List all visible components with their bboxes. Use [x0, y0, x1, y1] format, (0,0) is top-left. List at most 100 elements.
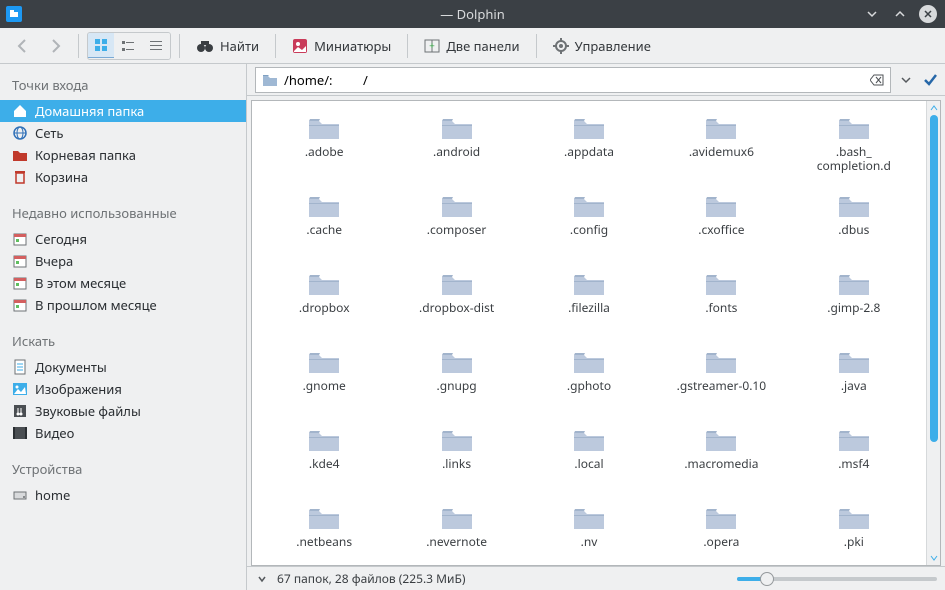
sidebar-item-search-2[interactable]: Звуковые файлы: [0, 400, 246, 422]
sidebar-item-recent-0[interactable]: Сегодня: [0, 228, 246, 250]
file-item[interactable]: .dropbox: [258, 269, 390, 347]
file-item[interactable]: .adobe: [258, 113, 390, 191]
file-item[interactable]: .bash_ completion.d: [788, 113, 920, 191]
file-name: .pki: [844, 535, 864, 549]
sidebar-item-recent-3[interactable]: В прошлом месяце: [0, 294, 246, 316]
forward-button[interactable]: [40, 32, 70, 60]
file-item[interactable]: .links: [390, 425, 522, 503]
file-item[interactable]: .msf4: [788, 425, 920, 503]
file-name: .android: [433, 145, 480, 159]
file-item[interactable]: .android: [390, 113, 522, 191]
clear-path-button[interactable]: [868, 71, 886, 89]
file-item[interactable]: .gstreamer-0.10: [655, 347, 787, 425]
folder-icon: [307, 427, 341, 453]
file-name: .msf4: [838, 457, 869, 471]
folder-icon: [572, 271, 606, 297]
view-mode-group: [87, 32, 171, 60]
content-area: .adobe .android .appdata .avidemux6 .bash_ c…: [247, 64, 945, 590]
file-item[interactable]: .pki: [788, 503, 920, 565]
thumbnails-button[interactable]: Миниатюры: [284, 32, 399, 60]
file-item[interactable]: .composer: [390, 191, 522, 269]
file-name: .avidemux6: [689, 145, 754, 159]
file-item[interactable]: .fonts: [655, 269, 787, 347]
file-item[interactable]: .netbeans: [258, 503, 390, 565]
scroll-down-button[interactable]: [929, 553, 939, 563]
collapse-sidebar-button[interactable]: [255, 572, 269, 586]
zoom-slider[interactable]: [737, 577, 937, 581]
path-dropdown-button[interactable]: [897, 67, 915, 93]
file-view: .adobe .android .appdata .avidemux6 .bash_ c…: [251, 100, 941, 566]
close-button[interactable]: [919, 5, 937, 23]
sidebar-item-recent-1[interactable]: Вчера: [0, 250, 246, 272]
recent-heading: Недавно использованные: [0, 200, 246, 228]
scroll-up-button[interactable]: [929, 103, 939, 113]
file-item[interactable]: .nevernote: [390, 503, 522, 565]
two-panels-button[interactable]: + Две панели: [416, 32, 527, 60]
cal-icon: [12, 253, 28, 269]
maximize-button[interactable]: [891, 5, 909, 23]
file-item[interactable]: .gimp-2.8: [788, 269, 920, 347]
view-compact-button[interactable]: [114, 33, 142, 59]
view-details-button[interactable]: [142, 33, 170, 59]
sidebar-item-places-3[interactable]: Корзина: [0, 166, 246, 188]
file-name: .kde4: [309, 457, 340, 471]
file-item[interactable]: .opera: [655, 503, 787, 565]
cal-icon: [12, 231, 28, 247]
sidebar: Точки входа Домашняя папкаСетьКорневая п…: [0, 64, 247, 590]
vid-icon: [12, 425, 28, 441]
file-item[interactable]: .local: [523, 425, 655, 503]
file-item[interactable]: .kde4: [258, 425, 390, 503]
folder-icon: [704, 271, 738, 297]
file-item[interactable]: .gnome: [258, 347, 390, 425]
folder-icon: [572, 349, 606, 375]
minimize-button[interactable]: [863, 5, 881, 23]
file-item[interactable]: .cxoffice: [655, 191, 787, 269]
folder-icon: [440, 427, 474, 453]
file-item[interactable]: .cache: [258, 191, 390, 269]
scrollbar: [926, 101, 940, 565]
file-name: .netbeans: [296, 535, 352, 549]
sidebar-item-places-1[interactable]: Сеть: [0, 122, 246, 144]
folder-icon: [837, 427, 871, 453]
file-name: .nv: [581, 535, 598, 549]
split-icon: +: [424, 38, 440, 54]
find-button[interactable]: Найти: [188, 32, 267, 60]
cal-icon: [12, 297, 28, 313]
file-item[interactable]: .filezilla: [523, 269, 655, 347]
scroll-thumb[interactable]: [930, 115, 938, 442]
sidebar-item-search-1[interactable]: Изображения: [0, 378, 246, 400]
file-name: .dropbox: [299, 301, 350, 315]
file-item[interactable]: .config: [523, 191, 655, 269]
sidebar-item-label: Домашняя папка: [35, 102, 144, 120]
titlebar: — Dolphin: [0, 0, 945, 28]
file-item[interactable]: .avidemux6: [655, 113, 787, 191]
zoom-handle[interactable]: [760, 572, 774, 586]
sidebar-item-devices-0[interactable]: home: [0, 484, 246, 506]
path-input[interactable]: [284, 71, 884, 89]
path-go-button[interactable]: [919, 69, 941, 91]
file-item[interactable]: .macromedia: [655, 425, 787, 503]
view-icons-button[interactable]: [87, 32, 115, 58]
sidebar-item-label: Изображения: [35, 380, 122, 398]
file-item[interactable]: .gnupg: [390, 347, 522, 425]
file-name: .filezilla: [568, 301, 610, 315]
sidebar-item-search-0[interactable]: Документы: [0, 356, 246, 378]
search-heading: Искать: [0, 328, 246, 356]
scroll-track[interactable]: [930, 115, 938, 551]
file-item[interactable]: .java: [788, 347, 920, 425]
sidebar-item-label: Вчера: [35, 252, 73, 270]
manage-button[interactable]: Управление: [545, 32, 659, 60]
folder-icon: [704, 427, 738, 453]
back-button[interactable]: [8, 32, 38, 60]
file-name: .composer: [427, 223, 487, 237]
file-item[interactable]: .gphoto: [523, 347, 655, 425]
sidebar-item-places-0[interactable]: Домашняя папка: [0, 100, 246, 122]
file-item[interactable]: .dropbox-dist: [390, 269, 522, 347]
sidebar-item-recent-2[interactable]: В этом месяце: [0, 272, 246, 294]
file-name: .gimp-2.8: [827, 301, 880, 315]
sidebar-item-places-2[interactable]: Корневая папка: [0, 144, 246, 166]
file-item[interactable]: .appdata: [523, 113, 655, 191]
sidebar-item-search-3[interactable]: Видео: [0, 422, 246, 444]
file-item[interactable]: .dbus: [788, 191, 920, 269]
file-item[interactable]: .nv: [523, 503, 655, 565]
